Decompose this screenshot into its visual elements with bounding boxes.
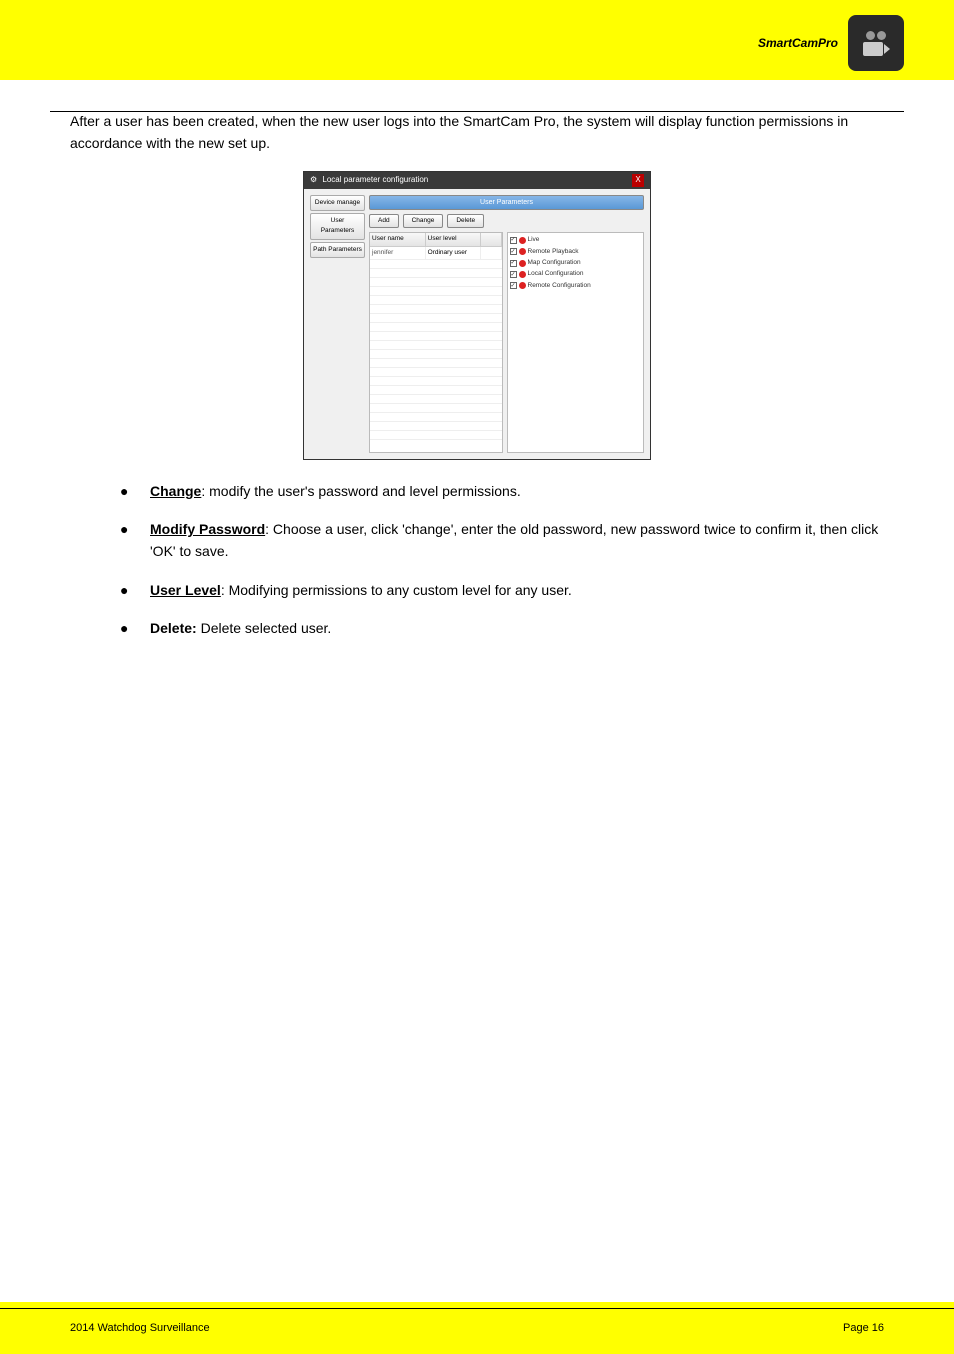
checkbox-icon[interactable]: ✓ [510, 271, 517, 278]
perm-label: Local Configuration [528, 269, 584, 279]
page-content: After a user has been created, when the … [0, 80, 954, 640]
dialog-title-text: Local parameter configuration [322, 175, 428, 184]
bullet-item-delete: ● Delete: Delete selected user. [120, 617, 884, 639]
checkbox-icon[interactable]: ✓ [510, 237, 517, 244]
change-button[interactable]: Change [403, 214, 444, 228]
sidebar-item-path-parameters[interactable]: Path Parameters [310, 242, 365, 258]
perm-remote-playback[interactable]: ✓ Remote Playback [510, 247, 642, 257]
button-row: Add Change Delete [369, 212, 644, 230]
col-username: User name [370, 233, 426, 245]
perm-label: Remote Configuration [528, 281, 591, 291]
bullet-item-change: ● Change: modify the user's password and… [120, 480, 884, 502]
dot-icon [519, 271, 526, 278]
dot-icon [519, 282, 526, 289]
bullet-text: modify the user's password and level per… [209, 483, 521, 499]
brand-logo: SmartCamPro [758, 15, 904, 71]
dot-icon [519, 260, 526, 267]
dot-icon [519, 237, 526, 244]
bullet-heading: Delete: [150, 620, 201, 636]
perm-label: Remote Playback [528, 247, 579, 257]
footer-left: 2014 Watchdog Surveillance [0, 1322, 843, 1334]
bullet-text: Delete selected user. [201, 620, 332, 636]
col-userlevel: User level [426, 233, 482, 245]
panel-header: User Parameters [369, 195, 644, 210]
bullet-item-modify-password: ● Modify Password: Choose a user, click … [120, 518, 884, 563]
delete-button[interactable]: Delete [447, 214, 484, 228]
user-table: User name User level jennifer Ordinary u… [369, 232, 503, 452]
perm-remote-config[interactable]: ✓ Remote Configuration [510, 281, 642, 291]
dialog-sidebar: Device manage User Parameters Path Param… [310, 195, 365, 453]
perm-live[interactable]: ✓ Live [510, 235, 642, 245]
checkbox-icon[interactable]: ✓ [510, 282, 517, 289]
bullet-icon: ● [120, 518, 150, 563]
perm-label: Live [528, 235, 540, 245]
bullet-item-user-level: ● User Level: Modifying permissions to a… [120, 579, 884, 601]
gear-icon: ⚙ [310, 174, 317, 187]
footer-right: Page 16 [843, 1322, 954, 1334]
bullet-text: Modifying permissions to any custom leve… [229, 582, 572, 598]
checkbox-icon[interactable]: ✓ [510, 248, 517, 255]
perm-label: Map Configuration [528, 258, 581, 268]
bullet-icon: ● [120, 480, 150, 502]
page-footer: 2014 Watchdog Surveillance Page 16 [0, 1302, 954, 1354]
bullet-heading: Modify Password [150, 521, 265, 537]
col-blank [481, 233, 501, 245]
bullet-icon: ● [120, 579, 150, 601]
intro-paragraph: After a user has been created, when the … [70, 110, 884, 155]
perm-map-config[interactable]: ✓ Map Configuration [510, 258, 642, 268]
sidebar-item-user-parameters[interactable]: User Parameters [310, 213, 365, 240]
bullet-heading: Change [150, 483, 201, 499]
cell-level: Ordinary user [426, 247, 482, 259]
cell-username: jennifer [370, 247, 426, 259]
dot-icon [519, 248, 526, 255]
screenshot-figure: ⚙ Local parameter configuration X Device… [70, 171, 884, 460]
bullet-icon: ● [120, 617, 150, 639]
sidebar-item-device-manage[interactable]: Device manage [310, 195, 365, 211]
brand-name: SmartCamPro [758, 36, 838, 50]
dialog-titlebar: ⚙ Local parameter configuration X [304, 172, 650, 189]
config-dialog: ⚙ Local parameter configuration X Device… [303, 171, 651, 460]
add-button[interactable]: Add [369, 214, 399, 228]
camera-icon [848, 15, 904, 71]
page-header: SmartCamPro [0, 0, 954, 80]
bullet-heading: User Level [150, 582, 221, 598]
bullet-list: ● Change: modify the user's password and… [120, 480, 884, 640]
close-icon[interactable]: X [632, 174, 644, 187]
permissions-panel: ✓ Live ✓ Remote Playback [507, 232, 645, 452]
perm-local-config[interactable]: ✓ Local Configuration [510, 269, 642, 279]
table-row[interactable]: jennifer Ordinary user [370, 247, 502, 260]
checkbox-icon[interactable]: ✓ [510, 260, 517, 267]
